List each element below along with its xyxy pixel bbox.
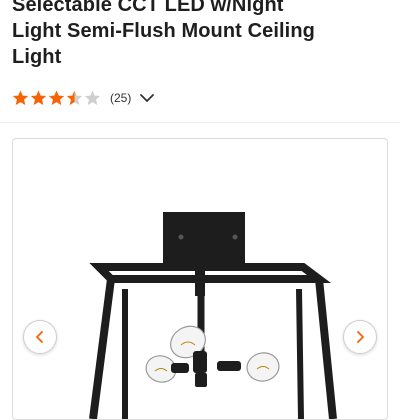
title-line-2: Light Semi-Flush Mount Ceiling xyxy=(12,20,315,42)
title-line-1: Selectable CCT LED w/Night xyxy=(12,0,284,16)
product-image xyxy=(89,212,337,419)
chevron-right-icon xyxy=(357,331,364,343)
gallery-next-button[interactable] xyxy=(343,320,377,354)
rating-row[interactable]: (25) xyxy=(12,88,155,108)
star-icon xyxy=(12,90,29,105)
chevron-left-icon xyxy=(36,331,43,343)
chevron-down-icon[interactable] xyxy=(139,92,155,104)
section-divider xyxy=(0,122,400,123)
gallery-prev-button[interactable] xyxy=(23,320,57,354)
star-rating xyxy=(12,90,102,106)
star-icon xyxy=(48,90,65,105)
star-icon xyxy=(66,90,83,105)
product-image-gallery[interactable] xyxy=(12,138,388,420)
review-count[interactable]: (25) xyxy=(110,91,131,105)
star-icon xyxy=(84,90,101,105)
title-line-3: Light xyxy=(12,46,62,68)
star-icon xyxy=(30,90,47,105)
product-title-text: Selectable CCT LED w/Night Light Semi-Fl… xyxy=(12,0,388,70)
